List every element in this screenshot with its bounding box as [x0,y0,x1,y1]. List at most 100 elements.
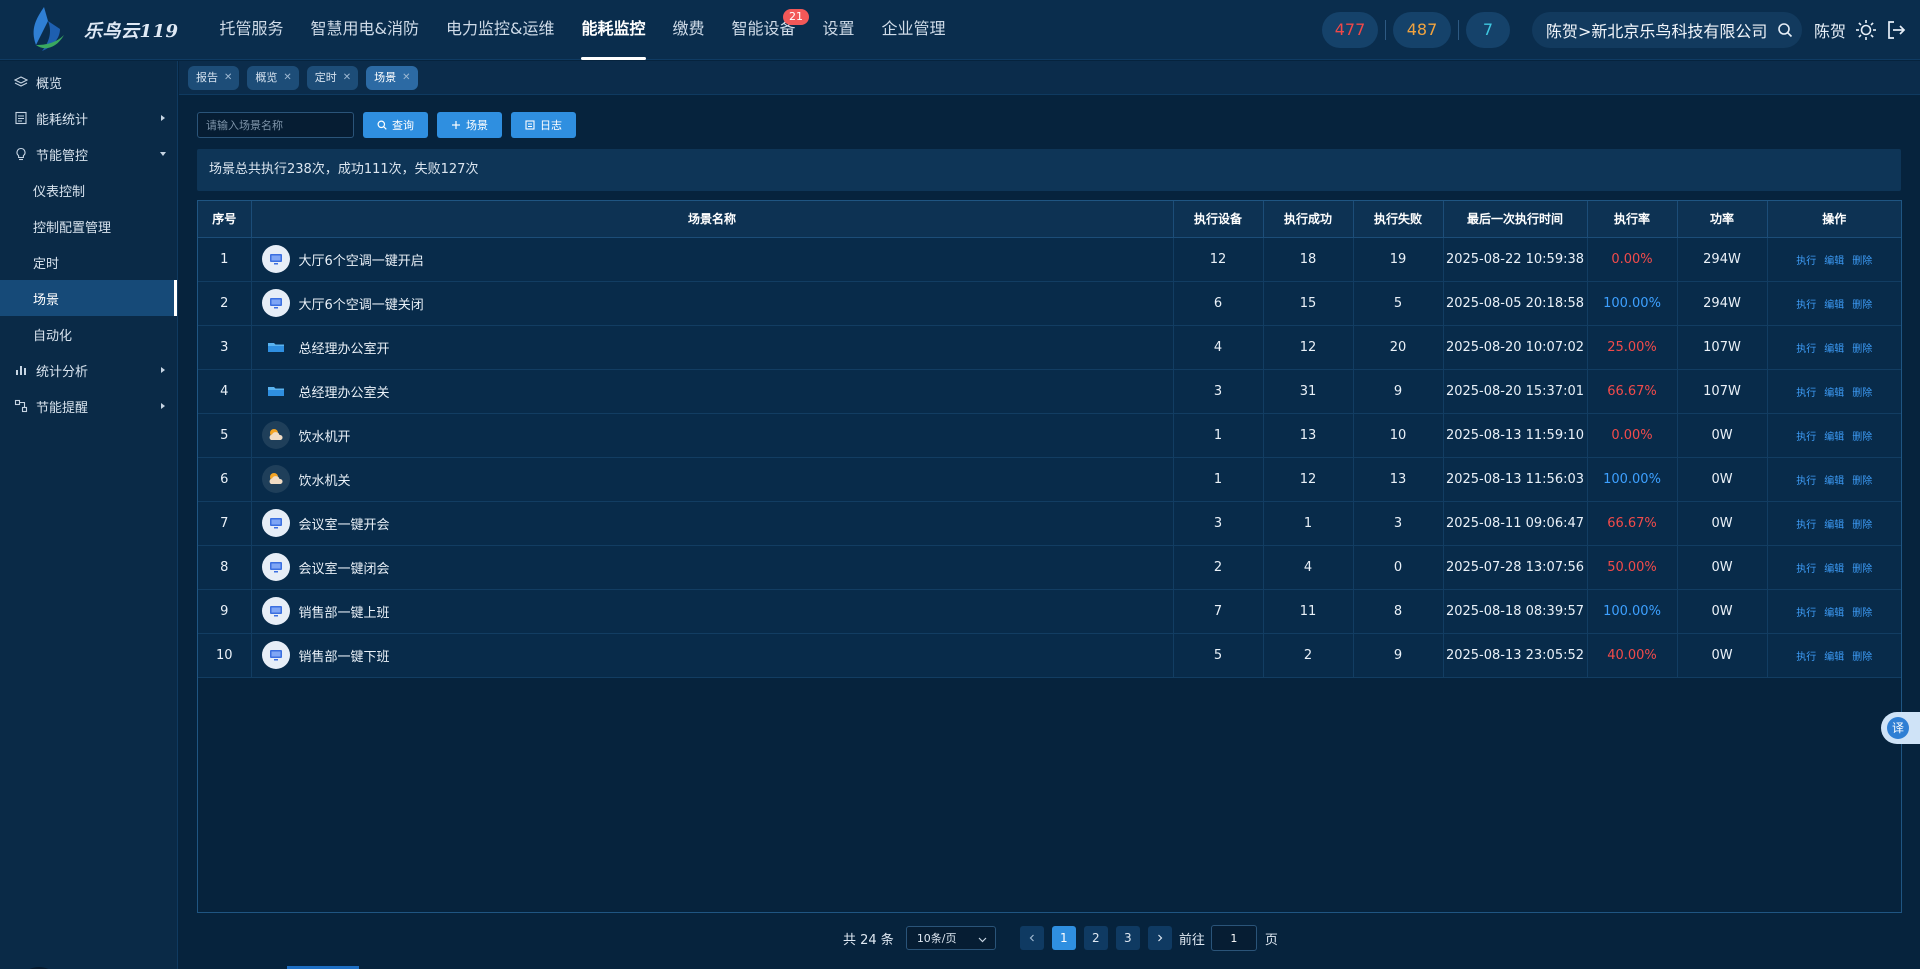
delete-link[interactable]: 删除 [1852,604,1872,619]
edit-link[interactable]: 编辑 [1824,472,1844,487]
run-link[interactable]: 执行 [1796,516,1816,531]
column-header-power: 功率 [1677,201,1768,238]
cell-actions: 执行 编辑 删除 [1767,369,1901,414]
divider [1385,20,1386,40]
close-icon[interactable]: ✕ [343,66,351,90]
tag-scene[interactable]: 场景 ✕ [366,65,418,90]
run-link[interactable]: 执行 [1796,648,1816,663]
delete-link[interactable]: 删除 [1852,560,1872,575]
run-link[interactable]: 执行 [1796,340,1816,355]
delete-link[interactable]: 删除 [1852,428,1872,443]
sidebar-item-energy-stats[interactable]: 能耗统计 [0,100,177,136]
nav-item-hosting[interactable]: 托管服务 [206,0,297,60]
close-icon[interactable]: ✕ [283,66,291,90]
theme-toggle-icon[interactable] [1855,19,1877,41]
page-button-3[interactable]: 3 [1115,926,1140,950]
chevron-down-icon [160,152,166,156]
chevron-right-icon [1157,934,1163,942]
column-header-no: 序号 [198,201,252,238]
sidebar-item-automation[interactable]: 自动化 [0,316,177,352]
cell-last-run: 2025-08-13 11:59:10 [1443,413,1588,458]
delete-link[interactable]: 删除 [1852,384,1872,399]
cell-fail: 13 [1353,457,1444,502]
scene-name-text: 会议室一键开会 [298,517,390,533]
brand[interactable]: 乐鸟云119 [0,0,190,60]
cell-success: 2 [1263,633,1354,678]
search-icon[interactable] [1777,22,1793,38]
table-row: 7 会议室一键开会 3 1 3 2025-08-11 09:06:47 66.67% 0W 执行… [198,501,1901,546]
sidebar-item-overview[interactable]: 概览 [0,64,177,100]
tag-report[interactable]: 报告 ✕ [188,65,240,90]
query-button[interactable]: 查询 [363,112,428,138]
edit-link[interactable]: 编辑 [1824,340,1844,355]
sidebar: 概览 能耗统计 节能管控 仪表控制 控制配置管理 定时 场景 自动化 统计分析 [0,61,178,969]
delete-link[interactable]: 删除 [1852,296,1872,311]
chevron-right-icon [161,403,165,409]
run-link[interactable]: 执行 [1796,560,1816,575]
delete-link[interactable]: 删除 [1852,648,1872,663]
edit-link[interactable]: 编辑 [1824,384,1844,399]
edit-link[interactable]: 编辑 [1824,604,1844,619]
sidebar-item-timer[interactable]: 定时 [0,244,177,280]
company-selector[interactable]: 陈贺>新北京乐鸟科技有限公司 [1532,12,1802,48]
nav-item-power-monitor[interactable]: 电力监控&运维 [433,0,568,60]
cell-success: 13 [1263,413,1354,458]
nav-item-enterprise[interactable]: 企业管理 [868,0,959,60]
run-link[interactable]: 执行 [1796,296,1816,311]
edit-link[interactable]: 编辑 [1824,428,1844,443]
delete-link[interactable]: 删除 [1852,472,1872,487]
run-link[interactable]: 执行 [1796,252,1816,267]
sidebar-item-analysis[interactable]: 统计分析 [0,352,177,388]
sidebar-item-control-config[interactable]: 控制配置管理 [0,208,177,244]
alarm-count-teal[interactable]: 7 [1466,12,1510,48]
close-icon[interactable]: ✕ [402,66,410,90]
delete-link[interactable]: 删除 [1852,340,1872,355]
nav-item-smart-electric-fire[interactable]: 智慧用电&消防 [297,0,432,60]
delete-link[interactable]: 删除 [1852,516,1872,531]
sidebar-item-meter-control[interactable]: 仪表控制 [0,172,177,208]
edit-link[interactable]: 编辑 [1824,648,1844,663]
nav-item-payment[interactable]: 缴费 [659,0,718,60]
column-header-scene-name: 场景名称 [251,201,1174,238]
user-name[interactable]: 陈贺 [1814,18,1846,42]
folder-icon [262,333,290,361]
cell-actions: 执行 编辑 删除 [1767,633,1901,678]
log-button[interactable]: 日志 [511,112,576,138]
nav-item-smart-devices[interactable]: 智能设备 21 [718,0,810,60]
cell-no: 4 [198,369,252,414]
scene-name-text: 大厅6个空调一键关闭 [298,297,424,313]
add-scene-button[interactable]: 场景 [437,112,502,138]
run-link[interactable]: 执行 [1796,472,1816,487]
cell-last-run: 2025-08-05 20:18:58 [1443,281,1588,326]
delete-link[interactable]: 删除 [1852,252,1872,267]
edit-link[interactable]: 编辑 [1824,560,1844,575]
nav-item-settings[interactable]: 设置 [809,0,868,60]
run-link[interactable]: 执行 [1796,604,1816,619]
alarm-count-orange[interactable]: 487 [1393,12,1451,48]
tag-label: 报告 [196,70,218,84]
run-link[interactable]: 执行 [1796,384,1816,399]
logout-icon[interactable] [1886,20,1906,40]
sidebar-item-energy-control[interactable]: 节能管控 [0,136,177,172]
edit-link[interactable]: 编辑 [1824,252,1844,267]
edit-link[interactable]: 编辑 [1824,296,1844,311]
prev-page-button[interactable] [1019,926,1044,950]
nav-item-energy-monitor[interactable]: 能耗监控 [568,0,659,60]
next-page-button[interactable] [1147,926,1172,950]
translate-button[interactable]: 译 [1881,712,1920,744]
page-size-select[interactable]: 10条/页 [905,926,996,950]
table-row: 8 会议室一键闭会 2 4 0 2025-07-28 13:07:56 50.00% 0W 执行… [198,545,1901,590]
close-icon[interactable]: ✕ [224,66,232,90]
divider [1458,20,1459,40]
tag-timer[interactable]: 定时 ✕ [306,65,359,90]
sidebar-item-reminder[interactable]: 节能提醒 [0,388,177,424]
goto-page-input[interactable] [1210,925,1257,951]
alarm-count-red[interactable]: 477 [1322,12,1378,48]
edit-link[interactable]: 编辑 [1824,516,1844,531]
run-link[interactable]: 执行 [1796,428,1816,443]
tag-overview[interactable]: 概览 ✕ [247,65,299,90]
page-button-1[interactable]: 1 [1051,926,1076,950]
page-button-2[interactable]: 2 [1083,926,1108,950]
scene-name-search-input[interactable] [197,112,354,138]
sidebar-item-scene[interactable]: 场景 [0,280,177,316]
